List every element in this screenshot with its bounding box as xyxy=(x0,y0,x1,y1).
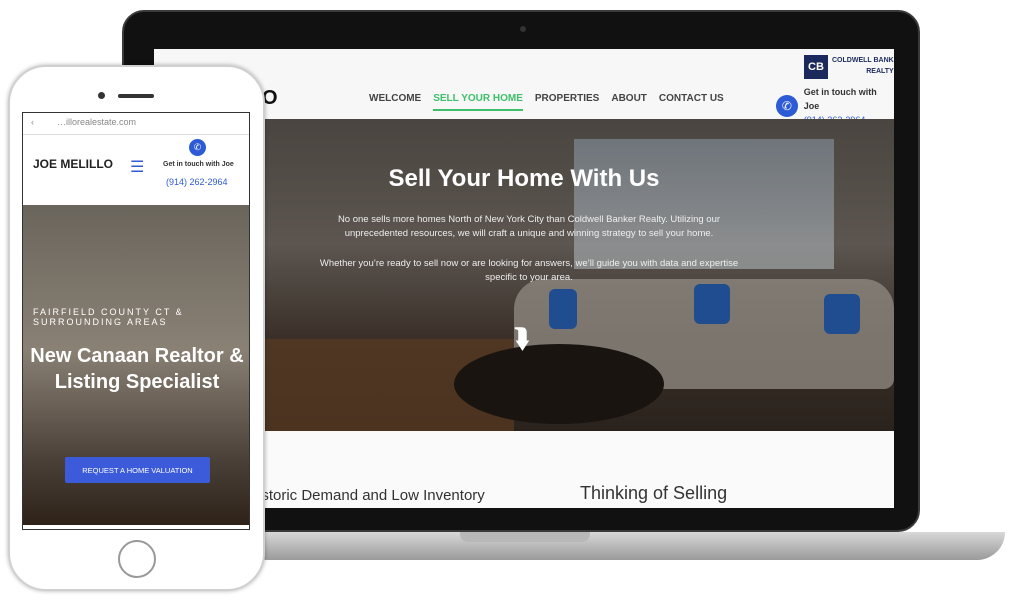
mobile-hero: FAIRFIELD COUNTY CT & SURROUNDING AREAS … xyxy=(23,205,249,525)
hero-section: Sell Your Home With Us No one sells more… xyxy=(154,119,894,431)
site-header: O WELCOME SELL YOUR HOME PROPERTIES ABOU… xyxy=(154,49,894,125)
phone-icon[interactable]: ✆ xyxy=(189,139,206,156)
contact-label: Get in touch with Joe xyxy=(803,87,877,111)
scroll-down-arrow-icon[interactable]: ⮯ xyxy=(514,323,529,355)
contact-label: Get in touch with Joe xyxy=(163,161,234,168)
brand-logo: CB COLDWELL BANK REALTY xyxy=(804,55,894,79)
phone-speaker xyxy=(118,94,154,98)
hero-title: Sell Your Home With Us xyxy=(388,165,660,192)
browser-url-bar[interactable]: ‹ …illorealestate.com xyxy=(23,113,249,135)
hero-subtitle: FAIRFIELD COUNTY CT & SURROUNDING AREAS xyxy=(33,307,184,327)
nav-about[interactable]: ABOUT xyxy=(611,93,647,111)
contact-phone[interactable]: (914) 262-2964 xyxy=(166,177,228,187)
phone-screen: ‹ …illorealestate.com JOE MELILLO ☰ ✆ Get… xyxy=(22,112,250,530)
phone-icon[interactable]: ✆ xyxy=(776,95,798,117)
laptop-screen: O WELCOME SELL YOUR HOME PROPERTIES ABOU… xyxy=(154,49,894,508)
request-valuation-button[interactable]: REQUEST A HOME VALUATION xyxy=(65,457,210,483)
cb-logo-mark: CB xyxy=(804,55,828,79)
section-heading-selling: Thinking of Selling xyxy=(580,483,728,503)
site-name[interactable]: JOE MELILLO xyxy=(33,157,113,171)
main-nav: WELCOME SELL YOUR HOME PROPERTIES ABOUT … xyxy=(369,93,724,111)
hamburger-menu-icon[interactable]: ☰ xyxy=(130,157,144,177)
content-section: istoric Demand and Low Inventory Thinkin… xyxy=(154,431,894,508)
url-text[interactable]: …illorealestate.com xyxy=(57,117,136,127)
brand-sub: REALTY xyxy=(866,68,894,75)
section-heading-demand: istoric Demand and Low Inventory xyxy=(258,487,485,504)
hero-title: New Canaan Realtor & Listing Specialist xyxy=(30,345,244,393)
brand-name: COLDWELL BANK xyxy=(832,57,894,64)
hero-paragraph-1: No one sells more homes North of New Yor… xyxy=(337,214,721,239)
back-icon[interactable]: ‹ xyxy=(31,117,34,127)
mobile-header: JOE MELILLO ☰ ✆ Get in touch with Joe (9… xyxy=(23,135,249,205)
phone-mockup: ‹ …illorealestate.com JOE MELILLO ☰ ✆ Get… xyxy=(8,65,265,591)
hero-paragraph-2: Whether you’re ready to sell now or are … xyxy=(319,258,739,283)
nav-properties[interactable]: PROPERTIES xyxy=(535,93,599,111)
nav-welcome[interactable]: WELCOME xyxy=(369,93,421,111)
camera xyxy=(520,26,526,32)
nav-sell-your-home[interactable]: SELL YOUR HOME xyxy=(433,93,523,111)
home-button[interactable] xyxy=(118,540,156,578)
laptop-base xyxy=(240,532,1005,560)
nav-contact-us[interactable]: CONTACT US xyxy=(659,93,724,111)
